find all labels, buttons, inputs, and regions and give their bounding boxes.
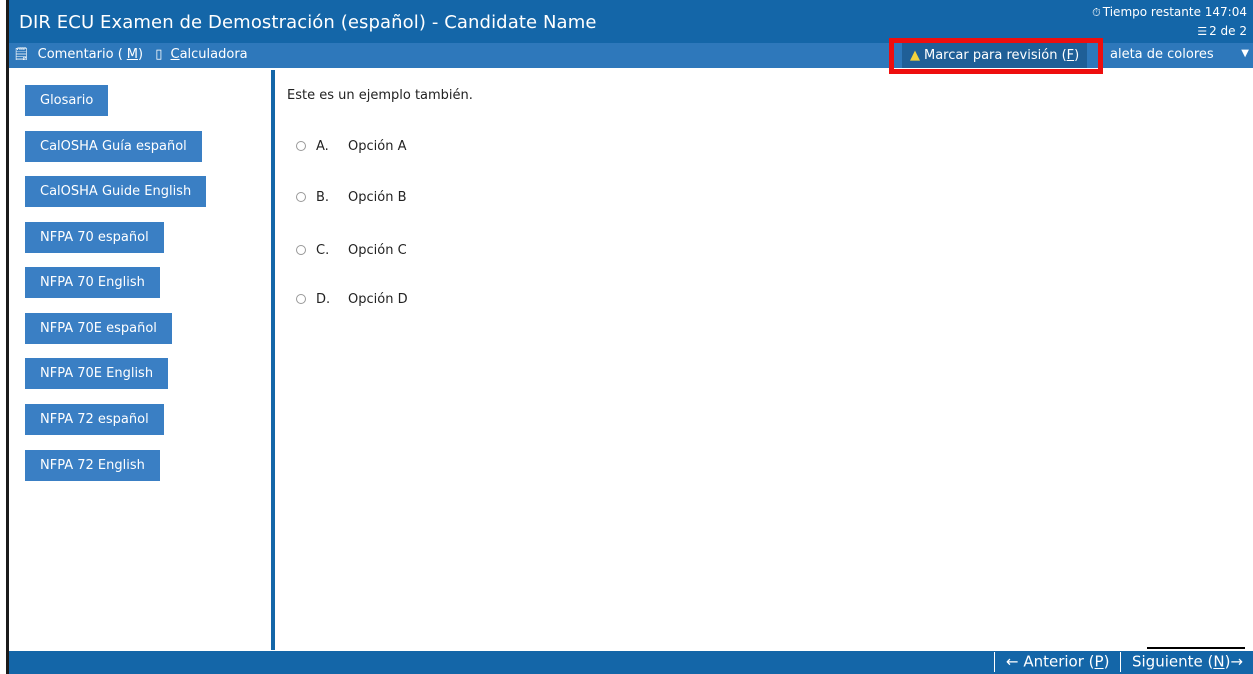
sidebar-item-calosha-english[interactable]: CalOSHA Guide English — [25, 176, 207, 207]
next-label: Siguiente ( — [1131, 652, 1214, 671]
reference-sidebar: Glosario CalOSHA Guía español CalOSHA Gu… — [9, 70, 271, 650]
comment-label-end: ) — [137, 47, 144, 62]
next-button[interactable]: Siguiente (N)→ — [1132, 653, 1243, 671]
bottom-nav-bar: ← Anterior (P) Siguiente (N)→ — [9, 651, 1253, 674]
question-text: Este es un ejemplo también. — [287, 88, 473, 103]
option-letter: D. — [316, 292, 331, 307]
flag-label-end: ) — [1074, 48, 1080, 63]
calculator-label: alculadora — [179, 47, 248, 62]
color-palette-button[interactable]: aleta de colores — [1110, 47, 1214, 62]
calculator-icon: ▯ — [155, 47, 163, 62]
option-text: Opción B — [348, 190, 407, 205]
sidebar-item-nfpa72-espanol[interactable]: NFPA 72 español — [25, 404, 164, 435]
flag-icon: ▲ — [910, 48, 920, 63]
sidebar-item-glosario[interactable]: Glosario — [25, 85, 109, 116]
sidebar-item-nfpa70-english[interactable]: NFPA 70 English — [25, 267, 160, 298]
comment-button[interactable]: 🗒 Comentario (M) — [13, 47, 147, 62]
radio-a[interactable] — [296, 140, 306, 151]
option-a[interactable]: A. Opción A — [296, 139, 406, 154]
next-shortcut: N — [1213, 652, 1225, 671]
option-text: Opción C — [348, 243, 407, 258]
previous-label: ← Anterior ( — [1006, 652, 1095, 671]
title-bar: DIR ECU Examen de Demostración (español)… — [9, 0, 1253, 43]
calculator-shortcut: C — [170, 47, 180, 62]
previous-label-end: ) — [1103, 652, 1110, 671]
comment-label: Comentario ( — [37, 47, 123, 62]
option-c[interactable]: C. Opción C — [296, 243, 407, 258]
sidebar-item-calosha-espanol[interactable]: CalOSHA Guía español — [25, 131, 202, 162]
horizontal-scroll-indicator — [1147, 647, 1245, 649]
sidebar-item-nfpa72-english[interactable]: NFPA 72 English — [25, 450, 160, 481]
flag-shortcut: F — [1066, 48, 1075, 63]
next-label-end: )→ — [1224, 652, 1243, 671]
question-counter: ☰ 2 de 2 — [1197, 24, 1247, 38]
previous-button[interactable]: ← Anterior (P) — [1006, 653, 1109, 671]
time-remaining: ⏱ Tiempo restante 147:04 — [1092, 5, 1247, 20]
question-counter-text: 2 de 2 — [1209, 24, 1247, 38]
option-letter: B. — [316, 190, 330, 205]
flag-for-review-button[interactable]: ▲ Marcar para revisión (F) — [902, 43, 1088, 68]
option-letter: C. — [316, 243, 330, 258]
toolbar: 🗒 Comentario (M) ▯ Calculadora ▲ Marcar p… — [9, 43, 1253, 68]
option-letter: A. — [316, 139, 329, 154]
flag-label: Marcar para revisión ( — [924, 48, 1067, 63]
sidebar-item-nfpa70-espanol[interactable]: NFPA 70 español — [25, 222, 164, 253]
nav-separator — [994, 652, 996, 672]
question-list-icon: ☰ — [1197, 25, 1208, 38]
option-text: Opción A — [348, 139, 407, 154]
option-d[interactable]: D. Opción D — [296, 292, 408, 307]
exam-title: DIR ECU Examen de Demostración (español)… — [19, 12, 597, 33]
clock-icon: ⏱ — [1092, 6, 1101, 19]
sidebar-item-nfpa70e-espanol[interactable]: NFPA 70E español — [25, 313, 172, 344]
option-text: Opción D — [348, 292, 408, 307]
radio-c[interactable] — [296, 244, 306, 255]
comment-shortcut: M — [126, 47, 138, 62]
time-remaining-text: Tiempo restante 147:04 — [1102, 5, 1247, 19]
calculator-button[interactable]: ▯ Calculadora — [155, 47, 251, 62]
previous-shortcut: P — [1094, 652, 1104, 671]
comment-icon: 🗒 — [13, 47, 30, 62]
option-b[interactable]: B. Opción B — [296, 190, 407, 205]
nav-separator — [1120, 652, 1122, 672]
chevron-down-icon[interactable]: ▼ — [1241, 48, 1249, 59]
radio-b[interactable] — [296, 191, 306, 202]
sidebar-item-nfpa70e-english[interactable]: NFPA 70E English — [25, 358, 169, 389]
panel-divider[interactable] — [271, 70, 275, 650]
radio-d[interactable] — [296, 293, 306, 304]
